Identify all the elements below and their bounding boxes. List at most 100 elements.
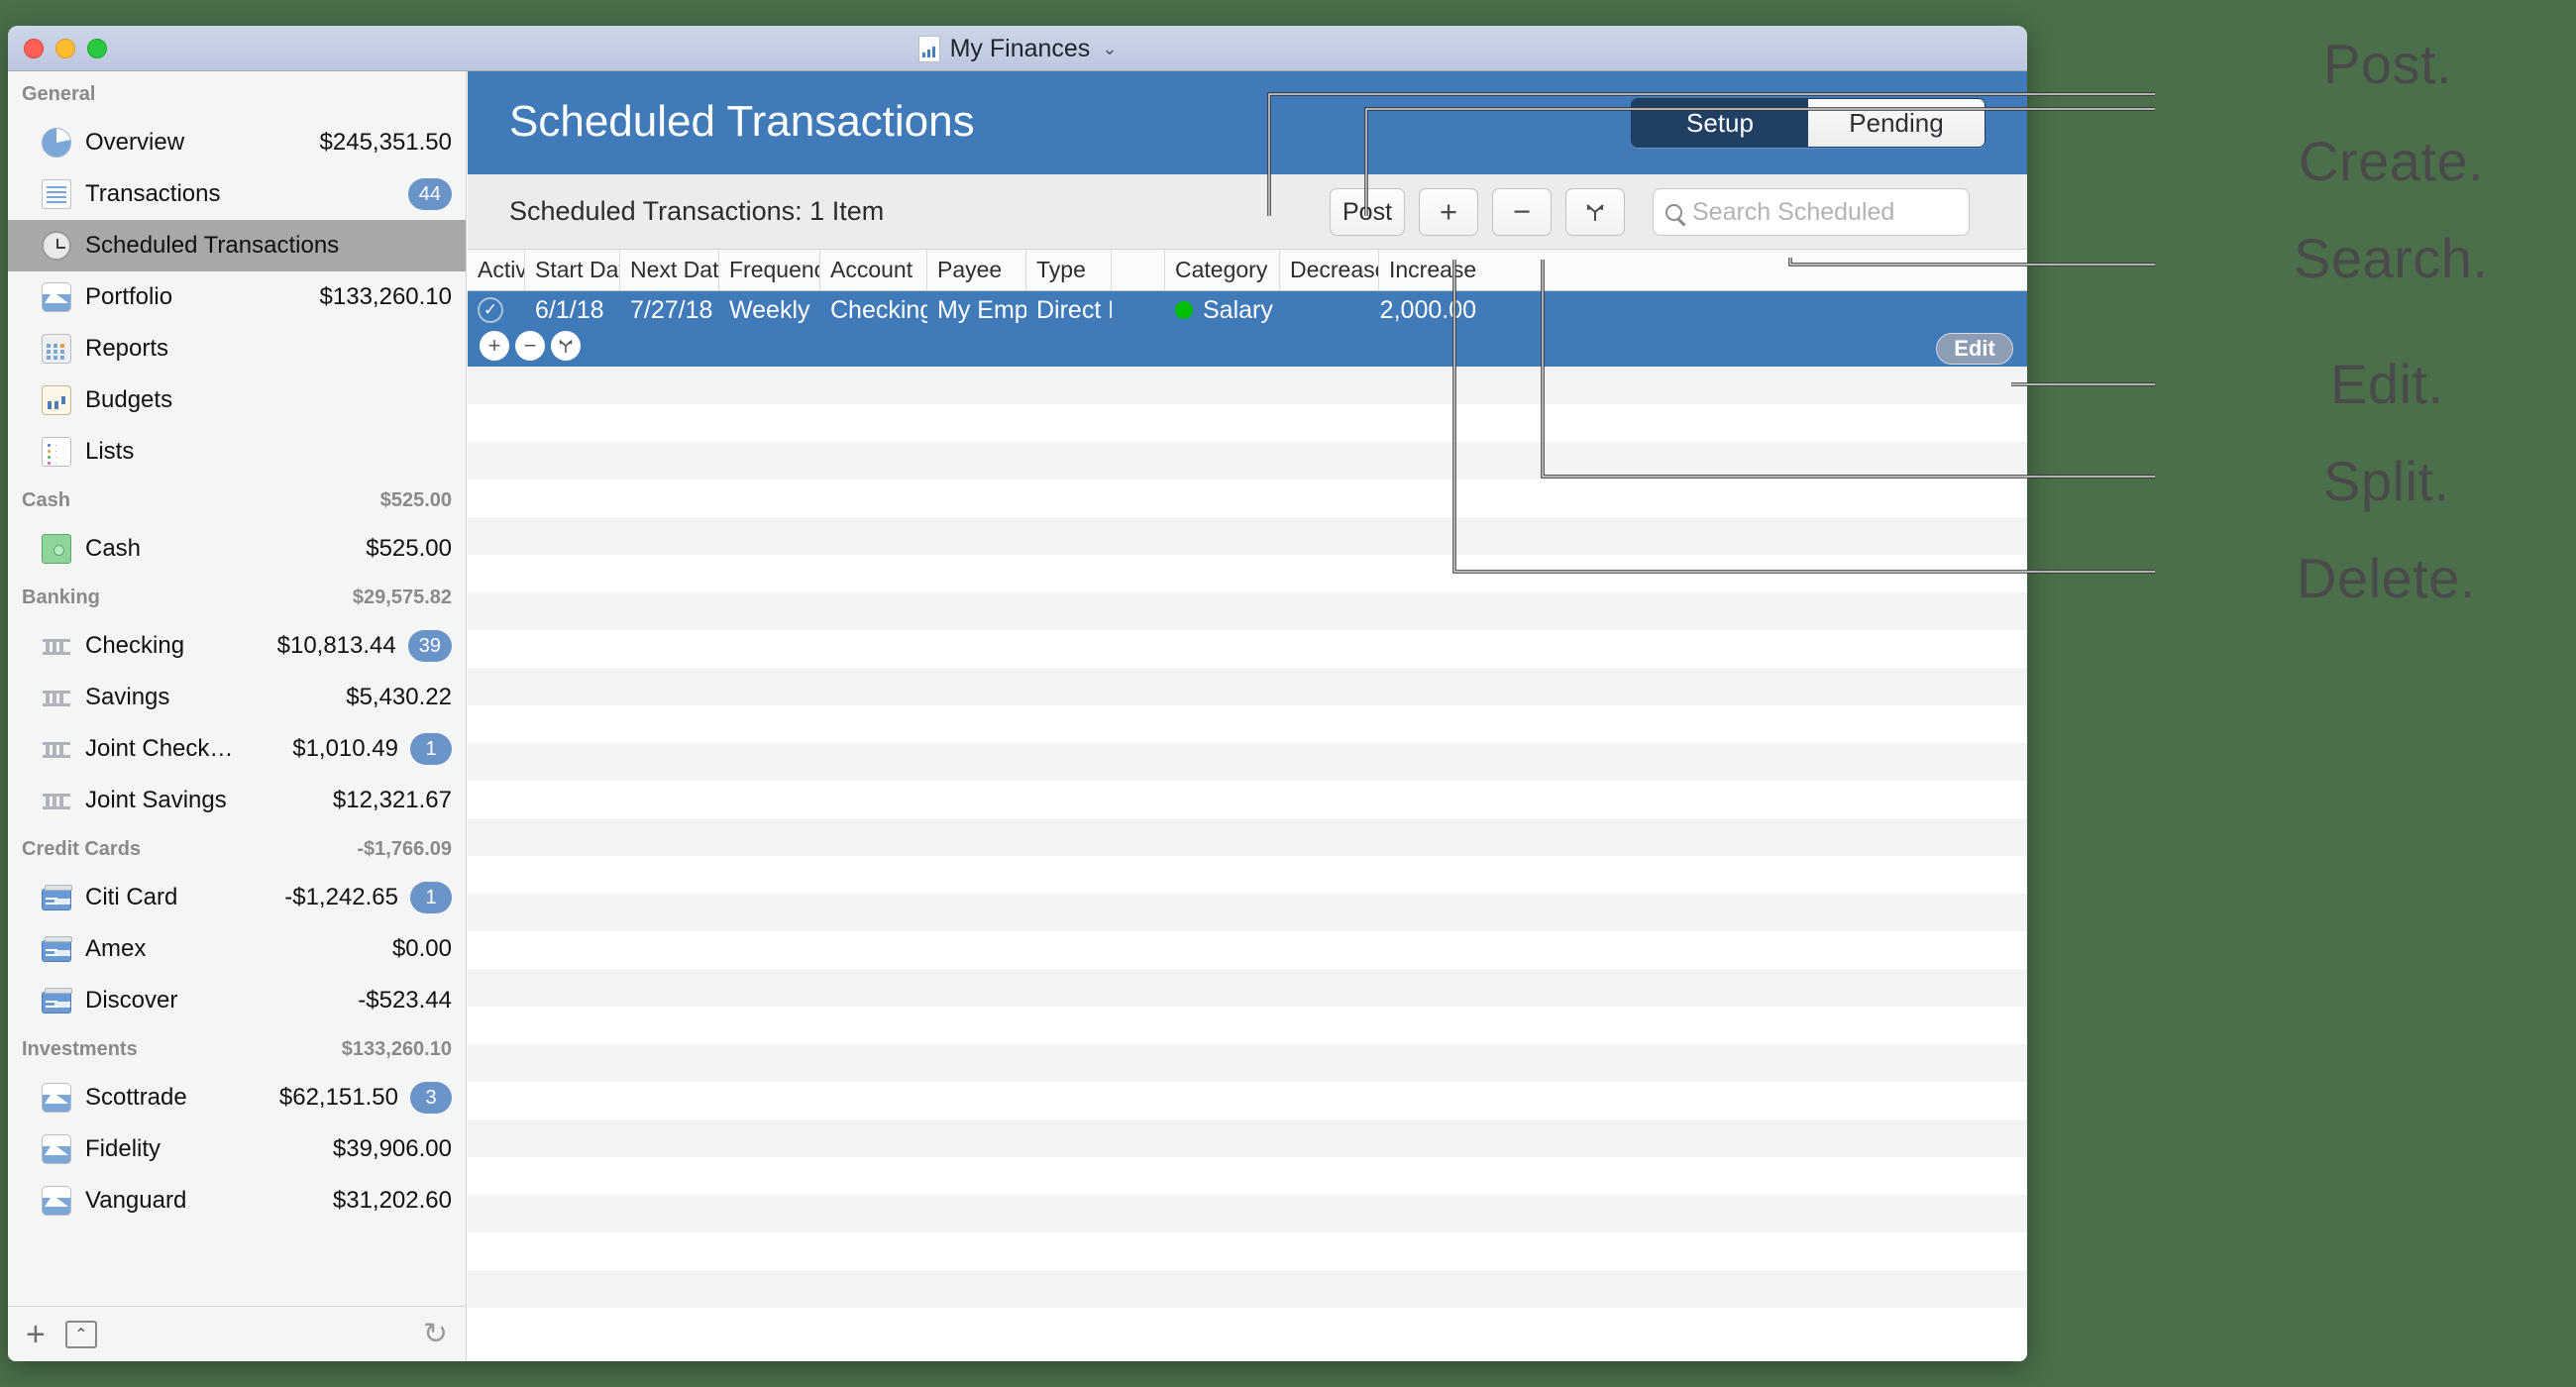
cell-type: Direct Depos — [1026, 296, 1112, 325]
add-button[interactable]: + — [1419, 188, 1478, 236]
sidebar-item-label: Overview — [85, 129, 310, 157]
annotation-label: Search. — [2294, 226, 2489, 290]
column-header-frequency[interactable]: Frequency — [719, 250, 820, 290]
column-header-category[interactable]: Category — [1165, 250, 1280, 290]
view-mode-segmented-control[interactable]: Setup Pending — [1631, 98, 1986, 148]
table-row-empty[interactable] — [468, 705, 2027, 743]
calculator-icon — [42, 334, 71, 364]
sidebar-item-overview[interactable]: Overview$245,351.50 — [8, 117, 466, 168]
area-chart-icon — [42, 1083, 71, 1113]
sidebar-item-vanguard[interactable]: Vanguard$31,202.60 — [8, 1175, 466, 1227]
sidebar-item-savings[interactable]: Savings$5,430.22 — [8, 672, 466, 723]
edit-button[interactable]: Edit — [1936, 333, 2013, 365]
table-row-empty[interactable] — [468, 1270, 2027, 1308]
sidebar-item-lists[interactable]: Lists — [8, 426, 466, 478]
sidebar-section-amount: $525.00 — [380, 489, 452, 512]
sidebar-item-budgets[interactable]: Budgets — [8, 374, 466, 426]
sidebar-section-amount: -$1,766.09 — [357, 838, 452, 861]
table-row-empty[interactable] — [468, 630, 2027, 668]
column-header-type[interactable]: Type — [1026, 250, 1112, 290]
sidebar-item-label: Transactions — [85, 180, 396, 208]
search-placeholder: Search Scheduled — [1692, 198, 1894, 227]
table-row-empty[interactable] — [468, 1232, 2027, 1270]
column-header-increase[interactable]: Increase — [1379, 250, 1486, 290]
cell-account: Checking — [820, 296, 927, 325]
column-header-next-date[interactable]: Next Date — [620, 250, 719, 290]
table-row-empty[interactable] — [468, 969, 2027, 1007]
tab-setup[interactable]: Setup — [1632, 99, 1808, 147]
sidebar-bottom-bar: + ⌃ ↻ — [8, 1306, 466, 1361]
active-checkbox[interactable]: ✓ — [468, 297, 525, 323]
column-header-account[interactable]: Account — [820, 250, 927, 290]
table-row-empty[interactable] — [468, 781, 2027, 818]
column-header-decrease[interactable]: Decrease — [1280, 250, 1379, 290]
sidebar-item-portfolio[interactable]: Portfolio$133,260.10 — [8, 271, 466, 323]
sidebar-item-label: Joint Savings — [85, 787, 323, 814]
remove-button[interactable]: − — [1492, 188, 1552, 236]
table-row-empty[interactable] — [468, 1007, 2027, 1044]
sidebar-item-citi-card[interactable]: Citi Card-$1,242.651 — [8, 872, 466, 923]
sidebar-item-label: Checking — [85, 632, 268, 660]
active-checkbox-icon[interactable]: ✓ — [478, 297, 503, 323]
toolbar-actions: Post + − Search Scheduled — [1330, 188, 1970, 236]
action-menu-button[interactable]: ⌃ — [65, 1321, 97, 1348]
table-row-empty[interactable] — [468, 517, 2027, 555]
row-remove-button[interactable]: − — [515, 331, 545, 361]
table-row-empty[interactable] — [468, 480, 2027, 517]
sidebar-item-joint-check[interactable]: Joint Check…$1,010.491 — [8, 723, 466, 775]
sidebar-scroll-area[interactable]: GeneralOverview$245,351.50Transactions44… — [8, 71, 466, 1306]
sidebar-item-amex[interactable]: Amex$0.00 — [8, 923, 466, 975]
search-scheduled-field[interactable]: Search Scheduled — [1653, 188, 1970, 236]
row-split-button[interactable] — [551, 331, 581, 361]
table-row-selected[interactable]: ✓6/1/187/27/18WeeklyCheckingMy EmployerD… — [468, 291, 2027, 367]
table-row-empty[interactable] — [468, 404, 2027, 442]
sidebar-item-joint-savings[interactable]: Joint Savings$12,321.67 — [8, 775, 466, 826]
sidebar-item-transactions[interactable]: Transactions44 — [8, 168, 466, 220]
table-row-empty[interactable] — [468, 1082, 2027, 1120]
refresh-icon[interactable]: ↻ — [423, 1317, 448, 1351]
sidebar-item-scottrade[interactable]: Scottrade$62,151.503 — [8, 1072, 466, 1123]
sidebar-item-label: Lists — [85, 438, 452, 466]
row-add-button[interactable]: + — [480, 331, 509, 361]
table-body[interactable]: ✓6/1/187/27/18WeeklyCheckingMy EmployerD… — [468, 291, 2027, 1361]
sidebar-section-header: Cash $525.00 — [8, 478, 466, 523]
post-button[interactable]: Post — [1330, 188, 1405, 236]
sidebar-item-reports[interactable]: Reports — [8, 323, 466, 374]
table-row-empty[interactable] — [468, 442, 2027, 480]
table-row-empty[interactable] — [468, 931, 2027, 969]
chevron-down-icon[interactable]: ⌄ — [1102, 39, 1117, 59]
table-row-empty[interactable] — [468, 1157, 2027, 1195]
tab-pending[interactable]: Pending — [1808, 99, 1985, 147]
table-row-empty[interactable] — [468, 894, 2027, 931]
table-row-empty[interactable] — [468, 592, 2027, 630]
table-row-empty[interactable] — [468, 1195, 2027, 1232]
table-row-empty[interactable] — [468, 555, 2027, 592]
table-row-empty[interactable] — [468, 856, 2027, 894]
sidebar-item-badge: 1 — [410, 733, 452, 765]
column-header-blank[interactable] — [1112, 250, 1165, 290]
sidebar-item-discover[interactable]: Discover-$523.44 — [8, 975, 466, 1026]
column-header-active[interactable]: Active — [468, 250, 525, 290]
table-row-empty[interactable] — [468, 1120, 2027, 1157]
table-row-empty[interactable] — [468, 1044, 2027, 1082]
table-row-empty[interactable] — [468, 743, 2027, 781]
sidebar-item-scheduled-transactions[interactable]: Scheduled Transactions — [8, 220, 466, 271]
sidebar-item-label: Budgets — [85, 386, 452, 414]
sidebar-section-title: Banking — [22, 587, 100, 609]
add-account-button[interactable]: + — [26, 1318, 46, 1351]
split-button[interactable] — [1565, 188, 1625, 236]
sidebar-section-title: Cash — [22, 489, 70, 512]
clock-icon — [42, 231, 71, 261]
sidebar-item-checking[interactable]: Checking$10,813.4439 — [8, 620, 466, 672]
table-row-empty[interactable] — [468, 668, 2027, 705]
column-header-payee[interactable]: Payee — [927, 250, 1026, 290]
table-row-empty[interactable] — [468, 367, 2027, 404]
sidebar-item-fidelity[interactable]: Fidelity$39,906.00 — [8, 1123, 466, 1175]
table-row-empty[interactable] — [468, 818, 2027, 856]
sidebar-item-amount: $62,151.50 — [279, 1084, 398, 1112]
sidebar-item-cash[interactable]: Cash$525.00 — [8, 523, 466, 575]
split-icon — [1582, 199, 1608, 225]
column-header-start-date[interactable]: Start Date — [525, 250, 620, 290]
sidebar-item-label: Vanguard — [85, 1187, 323, 1215]
category-color-dot — [1175, 301, 1193, 319]
